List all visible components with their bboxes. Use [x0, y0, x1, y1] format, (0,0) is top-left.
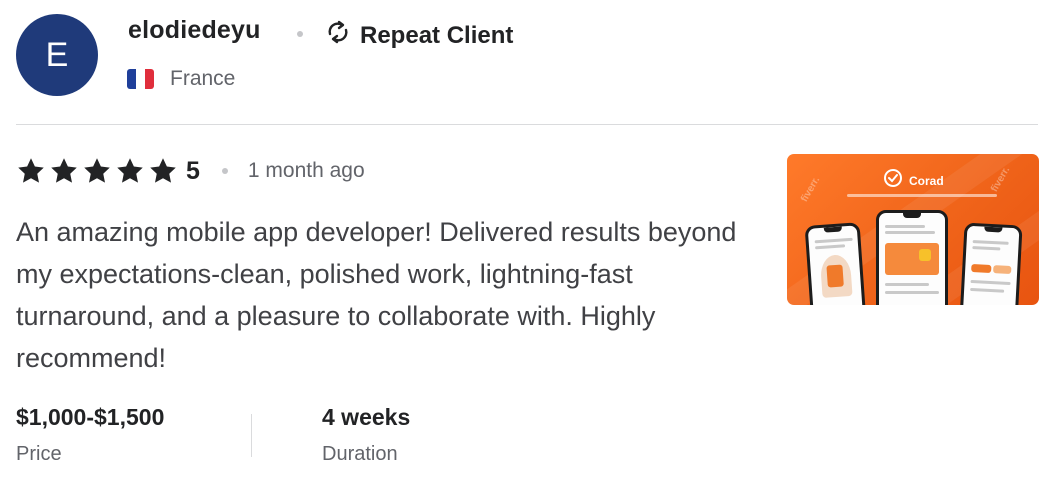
star-icon [51, 158, 77, 183]
reviewer-username[interactable]: elodiedeyu [128, 16, 261, 45]
brand-name: Corad [909, 173, 944, 188]
star-icon [117, 158, 143, 183]
meta-divider [251, 414, 252, 457]
thumbnail-brand: Corad [883, 168, 944, 193]
rating-row: 5 1 month ago [16, 156, 365, 186]
review-text: An amazing mobile app developer! Deliver… [16, 217, 737, 373]
phone-mockup [876, 210, 948, 305]
divider [16, 124, 1038, 125]
check-badge-icon [883, 168, 903, 193]
review-card: E elodiedeyu Repeat Client France 5 1 mo… [0, 0, 1049, 483]
duration-value: 4 weeks [322, 404, 411, 430]
price-value: $1,000-$1,500 [16, 404, 165, 430]
brand-tagline [847, 194, 997, 197]
separator-dot [297, 31, 303, 37]
repeat-client-label: Repeat Client [360, 21, 514, 49]
star-icon [18, 158, 44, 183]
reviewer-country: France [127, 67, 235, 91]
phone-mockup [959, 222, 1023, 305]
phone-mockup [804, 222, 867, 305]
star-icon [84, 158, 110, 183]
repeat-icon [324, 18, 352, 53]
review-time: 1 month ago [247, 159, 365, 182]
separator-dot [221, 168, 228, 174]
avatar[interactable]: E [16, 14, 98, 96]
star-icon [150, 158, 176, 183]
watermark: fiverr. [799, 174, 823, 205]
price-label: Price [16, 443, 62, 465]
duration-label: Duration [322, 443, 398, 465]
project-thumbnail[interactable]: fiverr. fiverr. fiverr. Corad [787, 154, 1039, 305]
france-flag-icon [127, 69, 154, 89]
repeat-client-badge: Repeat Client [324, 18, 513, 53]
star-rating [16, 156, 178, 186]
rating-value: 5 [186, 156, 200, 185]
country-name: France [170, 67, 236, 90]
